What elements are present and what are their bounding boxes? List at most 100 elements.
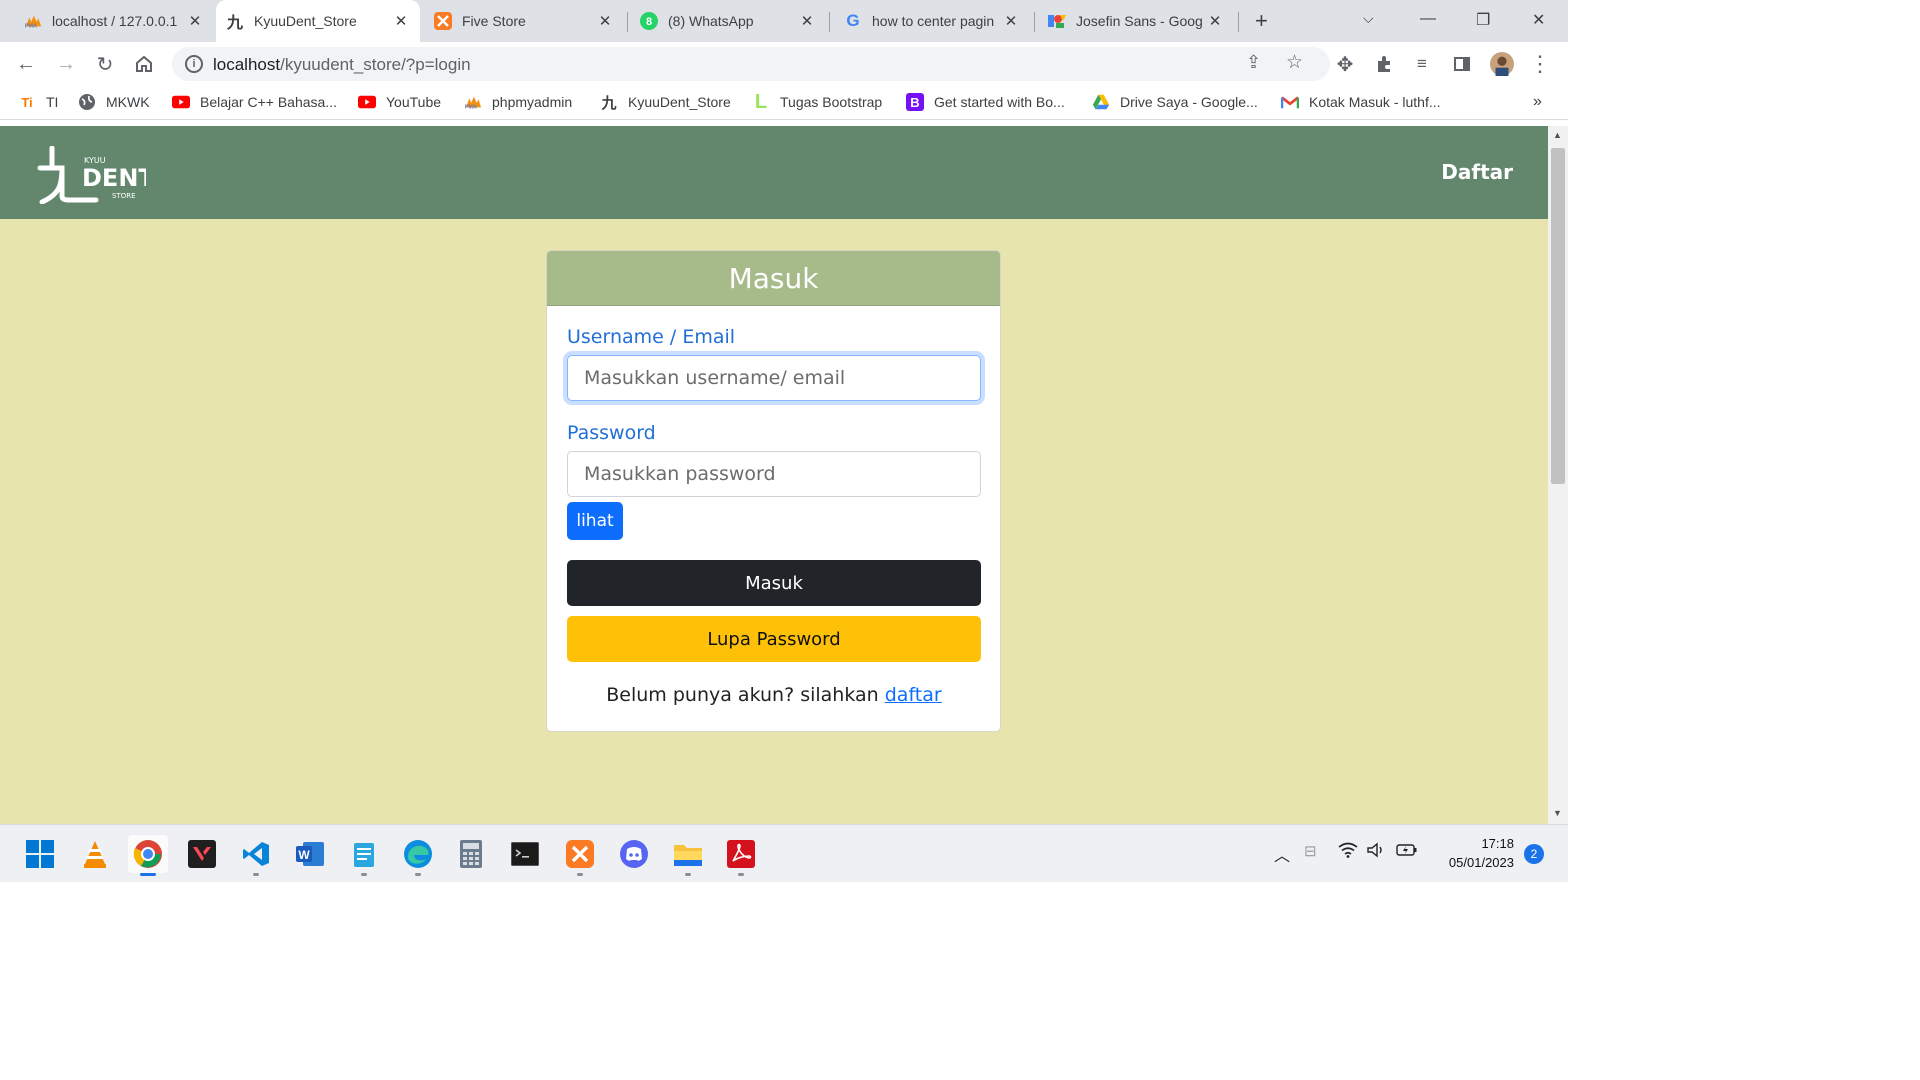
close-icon[interactable]: ✕ <box>1002 12 1020 30</box>
tab-whatsapp[interactable]: 8 (8) WhatsApp ✕ <box>630 0 826 42</box>
close-icon[interactable]: ✕ <box>1206 12 1224 30</box>
browser-tab-strip: PMA localhost / 127.0.0.1 ✕ 九 KyuuDent_S… <box>0 0 1568 42</box>
calculator-icon[interactable] <box>451 835 491 873</box>
tab-title: how to center pagin <box>872 13 995 29</box>
restore-button[interactable]: ❐ <box>1476 10 1490 30</box>
close-icon[interactable]: ✕ <box>186 12 204 30</box>
bookmarks-overflow-icon[interactable]: » <box>1533 93 1542 111</box>
scroll-up-icon[interactable]: ▲ <box>1553 130 1562 140</box>
register-link[interactable]: daftar <box>885 684 942 706</box>
tab-kyuudent-store[interactable]: 九 KyuuDent_Store ✕ <box>216 0 420 42</box>
nav-daftar-link[interactable]: Daftar <box>1441 160 1513 184</box>
login-card: Masuk Username / Email Password lihat Ma… <box>546 250 1001 732</box>
bookmark-item[interactable]: Kotak Masuk - luthf... <box>1281 93 1441 111</box>
close-icon[interactable]: ✕ <box>798 12 816 30</box>
window-close-button[interactable]: ✕ <box>1532 10 1545 30</box>
vscode-icon[interactable] <box>236 835 276 876</box>
svg-text:B: B <box>910 95 919 110</box>
google-icon: G <box>846 11 860 30</box>
l-icon: L <box>754 90 768 113</box>
avatar[interactable] <box>1490 52 1514 76</box>
minimize-button[interactable]: — <box>1420 10 1436 28</box>
kyuudent-icon: 九 <box>601 94 617 112</box>
bookmark-item[interactable]: YouTube <box>358 93 441 111</box>
tray-network-share-icon[interactable]: ⊟ <box>1304 842 1317 860</box>
home-icon[interactable] <box>132 52 156 76</box>
valorant-icon[interactable] <box>182 835 222 873</box>
volume-icon[interactable] <box>1366 842 1386 862</box>
tray-overflow-chevron-icon[interactable]: ︿ <box>1274 842 1290 866</box>
word-icon[interactable]: W <box>290 835 330 873</box>
username-input[interactable] <box>567 355 981 401</box>
globe-icon <box>78 93 96 111</box>
bookmark-item[interactable]: 九 KyuuDent_Store <box>600 93 730 112</box>
clock-time: 17:18 <box>1481 836 1514 851</box>
kyuudent-logo[interactable]: KYUU DENT STORE <box>36 145 155 205</box>
media-queue-icon[interactable]: ≡ <box>1410 52 1434 76</box>
page-scrollbar[interactable]: ▲ ▼ <box>1548 126 1568 824</box>
menu-kebab-icon[interactable]: ⋮ <box>1528 51 1552 76</box>
discord-icon[interactable] <box>614 835 654 873</box>
tab-phpmyadmin[interactable]: PMA localhost / 127.0.0.1 ✕ <box>14 0 214 42</box>
login-submit-button[interactable]: Masuk <box>567 560 981 606</box>
back-icon[interactable]: ← <box>14 52 38 76</box>
address-bar[interactable]: i localhost/kyuudent_store/?p=login ⇪ ☆ <box>172 47 1330 81</box>
scrollbar-thumb[interactable] <box>1551 148 1565 484</box>
svg-text:8: 8 <box>646 16 652 28</box>
notification-badge[interactable]: 2 <box>1524 844 1544 864</box>
wifi-icon[interactable] <box>1338 842 1358 862</box>
svg-text:STORE: STORE <box>112 192 136 200</box>
show-password-button[interactable]: lihat <box>567 502 623 540</box>
move-extension-icon[interactable]: ✥ <box>1333 52 1357 76</box>
close-icon[interactable]: ✕ <box>392 12 410 30</box>
new-tab-button[interactable]: + <box>1255 8 1268 34</box>
bookmark-item[interactable]: B Get started with Bo... <box>906 93 1065 111</box>
tab-search-chevron-icon[interactable]: ⌵ <box>1363 10 1374 27</box>
extensions-icon[interactable] <box>1372 52 1396 76</box>
acrobat-icon[interactable] <box>721 835 761 876</box>
bootstrap-icon: B <box>906 93 924 111</box>
file-explorer-icon[interactable] <box>668 835 708 876</box>
svg-text:PMA: PMA <box>25 23 37 29</box>
notepad-icon[interactable] <box>344 835 384 876</box>
start-icon[interactable] <box>20 835 60 873</box>
bookmark-item[interactable]: Ti TI <box>18 93 58 111</box>
bookmark-item[interactable]: Drive Saya - Google... <box>1092 93 1258 111</box>
register-prompt: Belum punya akun? silahkan daftar <box>606 684 942 706</box>
bookmark-item[interactable]: MKWK <box>78 93 150 111</box>
battery-icon[interactable] <box>1396 842 1418 862</box>
phpmyadmin-icon: PMA <box>464 93 482 111</box>
edge-icon[interactable] <box>398 835 438 876</box>
youtube-icon <box>358 93 376 111</box>
tab-five-store[interactable]: Five Store ✕ <box>424 0 624 42</box>
google-drive-icon <box>1092 93 1110 111</box>
svg-text:PMA: PMA <box>465 104 477 110</box>
scroll-down-icon[interactable]: ▼ <box>1553 808 1562 818</box>
phpmyadmin-icon: PMA <box>24 12 42 30</box>
bookmark-star-icon[interactable]: ☆ <box>1286 51 1303 74</box>
forward-icon[interactable]: → <box>54 52 78 76</box>
close-icon[interactable]: ✕ <box>596 12 614 30</box>
vlc-icon[interactable] <box>75 835 115 873</box>
bookmark-item[interactable]: PMA phpmyadmin <box>464 93 572 111</box>
site-info-icon[interactable]: i <box>185 55 203 73</box>
chrome-icon[interactable] <box>128 835 168 876</box>
side-panel-icon[interactable] <box>1450 52 1474 76</box>
bookmarks-bar: Ti TI MKWK Belajar C++ Bahasa... YouTube … <box>0 86 1568 120</box>
terminal-icon[interactable] <box>505 835 545 873</box>
password-label: Password <box>567 422 656 444</box>
whatsapp-icon: 8 <box>640 12 658 30</box>
reload-icon[interactable]: ↻ <box>93 52 117 76</box>
bookmark-item[interactable]: L Tugas Bootstrap <box>752 90 882 113</box>
page-viewport: KYUU DENT STORE Daftar Masuk Username / … <box>0 126 1548 824</box>
windows-taskbar: W ︿ ⊟ 17:18 05/01/2023 2 <box>0 824 1568 882</box>
system-clock[interactable]: 17:18 05/01/2023 <box>1436 834 1514 872</box>
tab-google-search[interactable]: G how to center pagin ✕ <box>834 0 1030 42</box>
share-icon[interactable]: ⇪ <box>1246 52 1261 73</box>
forgot-password-button[interactable]: Lupa Password <box>567 616 981 662</box>
xampp-icon[interactable] <box>560 835 600 876</box>
ti-icon: Ti <box>21 94 33 110</box>
password-input[interactable] <box>567 451 981 497</box>
bookmark-item[interactable]: Belajar C++ Bahasa... <box>172 93 337 111</box>
tab-google-fonts[interactable]: Josefin Sans - Goog ✕ <box>1038 0 1234 42</box>
